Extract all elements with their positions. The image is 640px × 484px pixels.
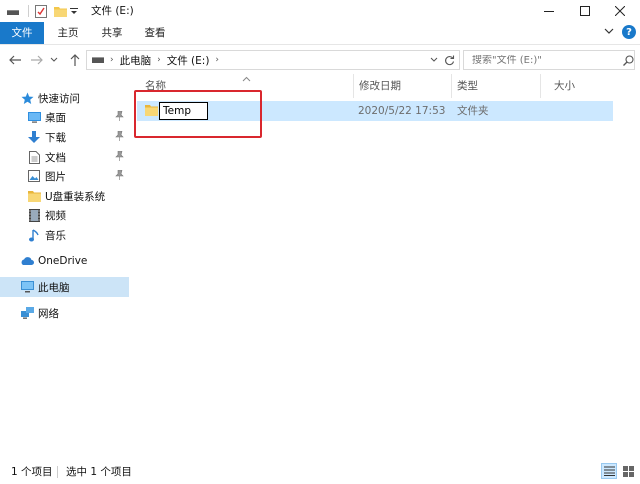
- sidebar-item-label: U盘重装系统: [45, 190, 106, 203]
- video-icon: [27, 208, 41, 222]
- sidebar-item-label: 桌面: [45, 111, 66, 124]
- sidebar-item-pictures[interactable]: 图片: [0, 166, 129, 186]
- toolbar-divider: [28, 5, 29, 17]
- document-icon: [27, 150, 41, 164]
- customize-toolbar-icon[interactable]: [69, 4, 79, 18]
- pin-icon[interactable]: [115, 110, 124, 124]
- picture-icon: [27, 169, 41, 183]
- up-button[interactable]: [67, 51, 83, 69]
- modified-date-cell: 2020/5/22 17:53: [358, 105, 446, 117]
- help-icon[interactable]: ?: [622, 25, 636, 39]
- selection-count: 选中 1 个项目: [66, 466, 132, 478]
- sidebar-item-music[interactable]: 音乐: [0, 225, 129, 245]
- music-icon: [27, 228, 41, 242]
- pin-icon[interactable]: [115, 150, 124, 164]
- pc-icon: [20, 280, 34, 294]
- tab-view[interactable]: 查看: [137, 23, 173, 43]
- sidebar-item-videos[interactable]: 视频: [0, 205, 129, 225]
- search-icon[interactable]: [623, 54, 634, 66]
- sidebar-item-onedrive[interactable]: OneDrive: [0, 251, 129, 271]
- folder-icon: [27, 189, 41, 203]
- close-button[interactable]: [600, 0, 640, 22]
- annotation-highlight-box: [134, 90, 262, 138]
- network-icon: [20, 306, 34, 320]
- pin-icon[interactable]: [115, 130, 124, 144]
- sidebar-item-label: OneDrive: [38, 255, 88, 267]
- sidebar-item-desktop[interactable]: 桌面: [0, 107, 129, 127]
- star-icon: [20, 91, 34, 105]
- sidebar-item-label: 视频: [45, 209, 66, 222]
- breadcrumb-drive-e[interactable]: 文件 (E:): [167, 53, 210, 68]
- sidebar-item-documents[interactable]: 文档: [0, 147, 129, 167]
- search-box[interactable]: [463, 50, 635, 70]
- tab-file[interactable]: 文件: [0, 22, 44, 44]
- sidebar-item-label: 音乐: [45, 229, 66, 242]
- ribbon: 文件 主页 共享 查看 ?: [0, 22, 640, 44]
- recent-locations-button[interactable]: [49, 51, 59, 69]
- chevron-right-icon[interactable]: ›: [157, 55, 161, 65]
- sidebar-item-label: 文档: [45, 151, 66, 164]
- sidebar-item-label: 下载: [45, 131, 66, 144]
- breadcrumb-this-pc[interactable]: 此电脑: [120, 53, 152, 68]
- chevron-right-icon[interactable]: ›: [215, 55, 219, 65]
- pin-icon[interactable]: [115, 169, 124, 183]
- column-header-modified[interactable]: 修改日期: [343, 74, 441, 98]
- properties-icon[interactable]: [34, 4, 48, 18]
- tab-home[interactable]: 主页: [50, 23, 86, 43]
- column-header-size[interactable]: 大小: [538, 74, 618, 98]
- column-header-type[interactable]: 类型: [441, 74, 539, 98]
- sidebar-item-label: 此电脑: [38, 281, 70, 294]
- drive-icon: [92, 56, 104, 64]
- sidebar-item-label: 图片: [45, 170, 66, 183]
- cloud-icon: [20, 254, 34, 268]
- navigation-bar: › 此电脑 › 文件 (E:) ›: [0, 44, 640, 74]
- refresh-icon[interactable]: [444, 55, 455, 66]
- sidebar-item-quick-access[interactable]: 快速访问: [0, 88, 129, 108]
- expand-ribbon-icon[interactable]: [604, 26, 614, 39]
- minimize-button[interactable]: [529, 0, 569, 22]
- maximize-button[interactable]: [565, 0, 605, 22]
- sidebar-item-label: 快速访问: [38, 92, 80, 105]
- type-cell: 文件夹: [457, 105, 489, 117]
- search-input[interactable]: [472, 54, 621, 66]
- desktop-icon: [27, 110, 41, 124]
- address-bar[interactable]: › 此电脑 › 文件 (E:) ›: [86, 50, 460, 70]
- details-view-button[interactable]: [601, 463, 617, 479]
- tab-share[interactable]: 共享: [94, 23, 130, 43]
- large-icons-view-button[interactable]: [620, 463, 636, 479]
- item-count: 1 个项目: [11, 466, 53, 478]
- back-button[interactable]: [7, 51, 23, 69]
- sidebar-item-this-pc[interactable]: 此电脑: [0, 277, 129, 297]
- forward-button[interactable]: [29, 51, 45, 69]
- sidebar-item-network[interactable]: 网络: [0, 303, 129, 323]
- sidebar-item-label: 网络: [38, 307, 59, 320]
- sidebar-item-downloads[interactable]: 下载: [0, 127, 129, 147]
- chevron-right-icon[interactable]: ›: [110, 55, 114, 65]
- new-folder-icon[interactable]: [53, 4, 67, 18]
- status-bar: 1 个项目 选中 1 个项目: [0, 458, 640, 484]
- status-divider: [57, 466, 58, 478]
- address-dropdown-icon[interactable]: [430, 57, 438, 63]
- title-bar: 文件 (E:): [0, 0, 640, 22]
- window-title: 文件 (E:): [91, 5, 134, 17]
- navigation-pane: 快速访问 桌面 下载 文档 图片 U盘重装系统 视频 音乐 OneDrive 此…: [0, 74, 129, 458]
- window-menu-icon[interactable]: [6, 4, 20, 18]
- file-list: 名称 修改日期 类型 大小 Temp 2020/5/22 17:53 文件夹: [129, 74, 640, 458]
- download-icon: [27, 130, 41, 144]
- sidebar-item-usb-reinstall[interactable]: U盘重装系统: [0, 186, 129, 206]
